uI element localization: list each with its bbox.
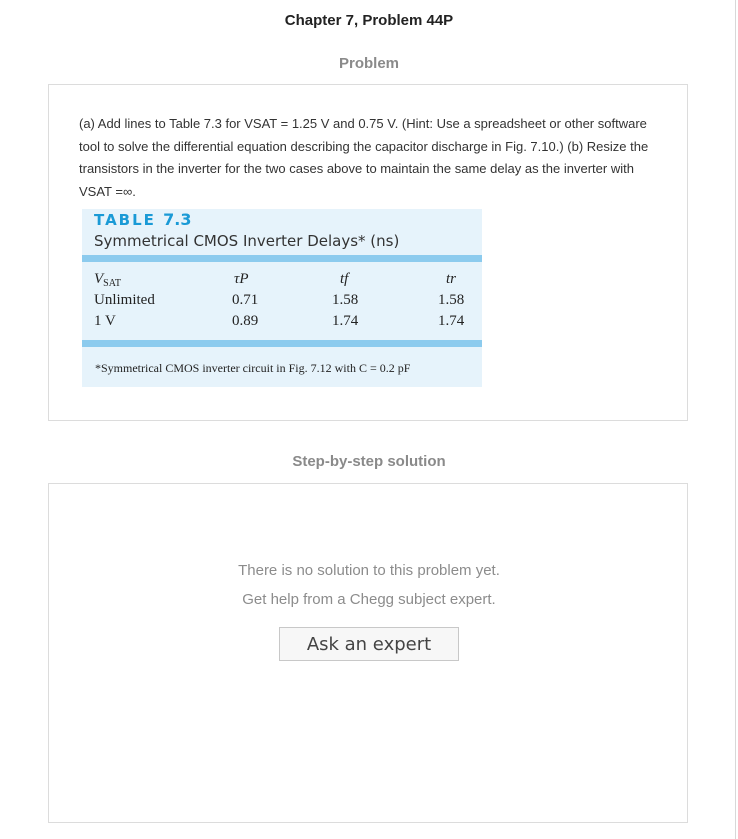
col-header-tf: tf: [340, 271, 349, 287]
problem-text: (a) Add lines to Table 7.3 for VSAT = 1.…: [79, 116, 649, 199]
table-cell: 0.71: [232, 292, 259, 308]
table-cell: 1.58: [438, 292, 465, 308]
col-header-tr: tr: [446, 271, 457, 287]
table-cell: 1.58: [332, 292, 359, 308]
col-header-vsat: VSAT: [94, 271, 121, 289]
expert-help-message: Get help from a Chegg subject expert.: [242, 591, 496, 608]
table-label-word: TABLE: [94, 211, 156, 229]
table-cell: 0.89: [232, 313, 259, 329]
table-bottom-band: [82, 340, 482, 347]
solution-heading: Step-by-step solution: [292, 453, 446, 470]
table-footnote: *Symmetrical CMOS inverter circuit in Fi…: [95, 361, 411, 375]
table-cell: 1.74: [332, 313, 359, 329]
no-solution-message: There is no solution to this problem yet…: [238, 562, 500, 579]
solution-box: There is no solution to this problem yet…: [48, 483, 688, 823]
table-figure: TABLE 7.3 Symmetrical CMOS Inverter Dela…: [82, 209, 482, 387]
vsat-v: V: [94, 271, 104, 287]
right-divider: [735, 0, 736, 839]
table-label: TABLE 7.3: [94, 210, 192, 229]
table-cell: 1.74: [438, 313, 465, 329]
page-title: Chapter 7, Problem 44P: [284, 12, 454, 29]
table-top-band: [82, 255, 482, 262]
table-cell: 1 V: [94, 313, 116, 329]
vsat-sub: SAT: [103, 278, 121, 289]
problem-box: (a) Add lines to Table 7.3 for VSAT = 1.…: [48, 84, 688, 421]
table-caption: Symmetrical CMOS Inverter Delays* (ns): [94, 232, 400, 250]
table-label-number: 7.3: [163, 210, 192, 229]
problem-heading: Problem: [338, 55, 399, 72]
ask-expert-button[interactable]: Ask an expert: [279, 627, 459, 661]
col-header-tp: τP: [234, 271, 249, 287]
table-cell: Unlimited: [94, 292, 155, 308]
